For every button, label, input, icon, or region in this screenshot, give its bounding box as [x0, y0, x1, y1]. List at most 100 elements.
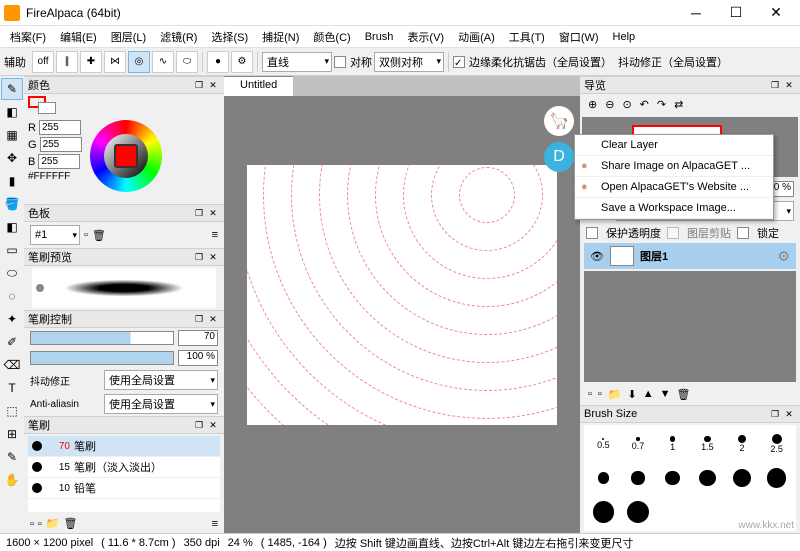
- brush-folder-icon[interactable]: 📁: [46, 517, 60, 530]
- brush-item[interactable]: 15笔刷（淡入淡出）: [28, 457, 220, 478]
- layer-new-icon[interactable]: ▫: [588, 388, 592, 401]
- flip-icon[interactable]: ⇄: [674, 98, 683, 111]
- layer-merge-icon[interactable]: ⬇: [628, 388, 637, 401]
- brush-tool[interactable]: ✎: [1, 78, 23, 100]
- divide-tool[interactable]: ⊞: [1, 423, 23, 445]
- palette-select[interactable]: #1: [30, 225, 80, 245]
- canvas[interactable]: [247, 165, 557, 425]
- aa-select[interactable]: 使用全局设置: [104, 394, 218, 414]
- ctx-save-workspace[interactable]: Save a Workspace Image...: [575, 198, 773, 219]
- panel-close-icon[interactable]: ✕: [206, 80, 220, 91]
- eyedropper-tool[interactable]: ✎: [1, 446, 23, 468]
- menu-color[interactable]: 颜色(C): [307, 27, 356, 47]
- brush-size-cell[interactable]: [623, 463, 654, 493]
- menu-edit[interactable]: 编辑(E): [54, 27, 103, 47]
- menu-anim[interactable]: 动画(A): [452, 27, 501, 47]
- symmetry-select[interactable]: 双侧对称: [374, 52, 444, 72]
- menu-brush[interactable]: Brush: [359, 29, 400, 45]
- menu-filter[interactable]: 滤镜(R): [154, 27, 203, 47]
- lock-checkbox[interactable]: [737, 227, 749, 239]
- menu-tools[interactable]: 工具(T): [503, 27, 551, 47]
- gear-icon[interactable]: ⚙: [777, 248, 790, 265]
- jitter-select[interactable]: 使用全局设置: [104, 370, 218, 390]
- brush-size-cell[interactable]: [761, 463, 792, 493]
- clip-checkbox[interactable]: [667, 227, 679, 239]
- menu-select[interactable]: 选择(S): [205, 27, 254, 47]
- layer-folder-icon[interactable]: 📁: [608, 388, 622, 401]
- minimize-button[interactable]: ─: [676, 0, 716, 26]
- snap-parallel-button[interactable]: ∥: [56, 51, 78, 73]
- brush-size-cell[interactable]: 0.7: [623, 429, 654, 459]
- size-value[interactable]: 70: [178, 330, 218, 346]
- bucket-tool[interactable]: 🪣: [1, 193, 23, 215]
- menu-help[interactable]: Help: [607, 29, 642, 45]
- select-ellipse-tool[interactable]: ⬭: [1, 262, 23, 284]
- layer-dup-icon[interactable]: ▫: [598, 388, 602, 401]
- brush-add-icon[interactable]: ▫: [30, 518, 34, 530]
- brush-size-cell[interactable]: 2: [727, 429, 758, 459]
- rotate-right-icon[interactable]: ↷: [657, 98, 666, 111]
- menu-view[interactable]: 表示(V): [401, 27, 450, 47]
- brush-item[interactable]: 10铅笔: [28, 478, 220, 499]
- zoom-out-icon[interactable]: ⊖: [605, 98, 614, 111]
- palette-menu-icon[interactable]: ≡: [212, 229, 218, 241]
- zoom-fit-icon[interactable]: ⊙: [622, 98, 631, 111]
- ctx-open-alpacaget[interactable]: Open AlpacaGET's Website ...: [575, 177, 773, 198]
- snap-curve-button[interactable]: ∿: [152, 51, 174, 73]
- brush-dup-icon[interactable]: ▫: [38, 518, 42, 530]
- select-rect-tool[interactable]: ▭: [1, 239, 23, 261]
- brush-size-cell[interactable]: 1.5: [692, 429, 723, 459]
- text-tool[interactable]: T: [1, 377, 23, 399]
- rotate-left-icon[interactable]: ↶: [640, 98, 649, 111]
- lasso-tool[interactable]: ◌: [1, 285, 23, 307]
- snap-dot-button[interactable]: ●: [207, 51, 229, 73]
- menu-window[interactable]: 窗口(W): [553, 27, 605, 47]
- hand-tool[interactable]: ✋: [1, 469, 23, 491]
- g-input[interactable]: [40, 137, 82, 152]
- brush-size-cell[interactable]: [727, 463, 758, 493]
- brush-size-cell[interactable]: 0.5: [588, 429, 619, 459]
- edge-smooth-checkbox[interactable]: [453, 56, 465, 68]
- menu-snap[interactable]: 捕捉(N): [256, 27, 305, 47]
- magic-wand-tool[interactable]: ✦: [1, 308, 23, 330]
- move-tool[interactable]: ✥: [1, 147, 23, 169]
- protect-alpha-checkbox[interactable]: [586, 227, 598, 239]
- select-pen-tool[interactable]: ✐: [1, 331, 23, 353]
- layer-item[interactable]: 👁 图层1 ⚙: [584, 243, 796, 269]
- snap-settings-button[interactable]: ⚙: [231, 51, 253, 73]
- r-input[interactable]: [39, 120, 81, 135]
- brush-size-cell[interactable]: [588, 497, 619, 527]
- ctx-clear-layer[interactable]: Clear Layer: [575, 135, 773, 156]
- snap-vanish-button[interactable]: ⋈: [104, 51, 126, 73]
- opacity-value[interactable]: 100 %: [178, 350, 218, 366]
- menu-file[interactable]: 档案(F): [4, 27, 52, 47]
- panel-undock-icon[interactable]: ❐: [192, 80, 206, 91]
- brush-size-cell[interactable]: [692, 463, 723, 493]
- maximize-button[interactable]: ☐: [716, 0, 756, 26]
- layer-delete-icon[interactable]: 🗑: [677, 388, 691, 401]
- snap-off-button[interactable]: off: [32, 51, 54, 73]
- brush-size-cell[interactable]: [623, 497, 654, 527]
- brush-size-cell[interactable]: 1: [657, 429, 688, 459]
- brush-size-cell[interactable]: 2.5: [761, 429, 792, 459]
- brush-menu-icon[interactable]: ≡: [212, 518, 218, 530]
- dot-tool[interactable]: ▦: [1, 124, 23, 146]
- eye-icon[interactable]: 👁: [590, 250, 604, 263]
- snap-radial-button[interactable]: ◎: [128, 51, 150, 73]
- alpaca-blue-icon[interactable]: D: [544, 142, 574, 172]
- brush-size-cell[interactable]: [588, 463, 619, 493]
- gradient-tool[interactable]: ◧: [1, 216, 23, 238]
- brush-delete-icon[interactable]: 🗑: [64, 517, 78, 530]
- fill-tool[interactable]: ▮: [1, 170, 23, 192]
- color-wheel[interactable]: [90, 120, 162, 192]
- symmetry-checkbox[interactable]: [334, 56, 346, 68]
- palette-delete-icon[interactable]: 🗑: [92, 229, 106, 242]
- layer-up-icon[interactable]: ▲: [643, 388, 654, 401]
- eraser-tool[interactable]: ◧: [1, 101, 23, 123]
- alpaca-avatar-icon[interactable]: 🦙: [544, 106, 574, 136]
- snap-ellipse-button[interactable]: ⬭: [176, 51, 198, 73]
- palette-add-icon[interactable]: ▫: [84, 229, 88, 241]
- brush-size-cell[interactable]: [657, 463, 688, 493]
- ctx-share-alpacaget[interactable]: Share Image on AlpacaGET ...: [575, 156, 773, 177]
- menu-layer[interactable]: 图层(L): [105, 27, 152, 47]
